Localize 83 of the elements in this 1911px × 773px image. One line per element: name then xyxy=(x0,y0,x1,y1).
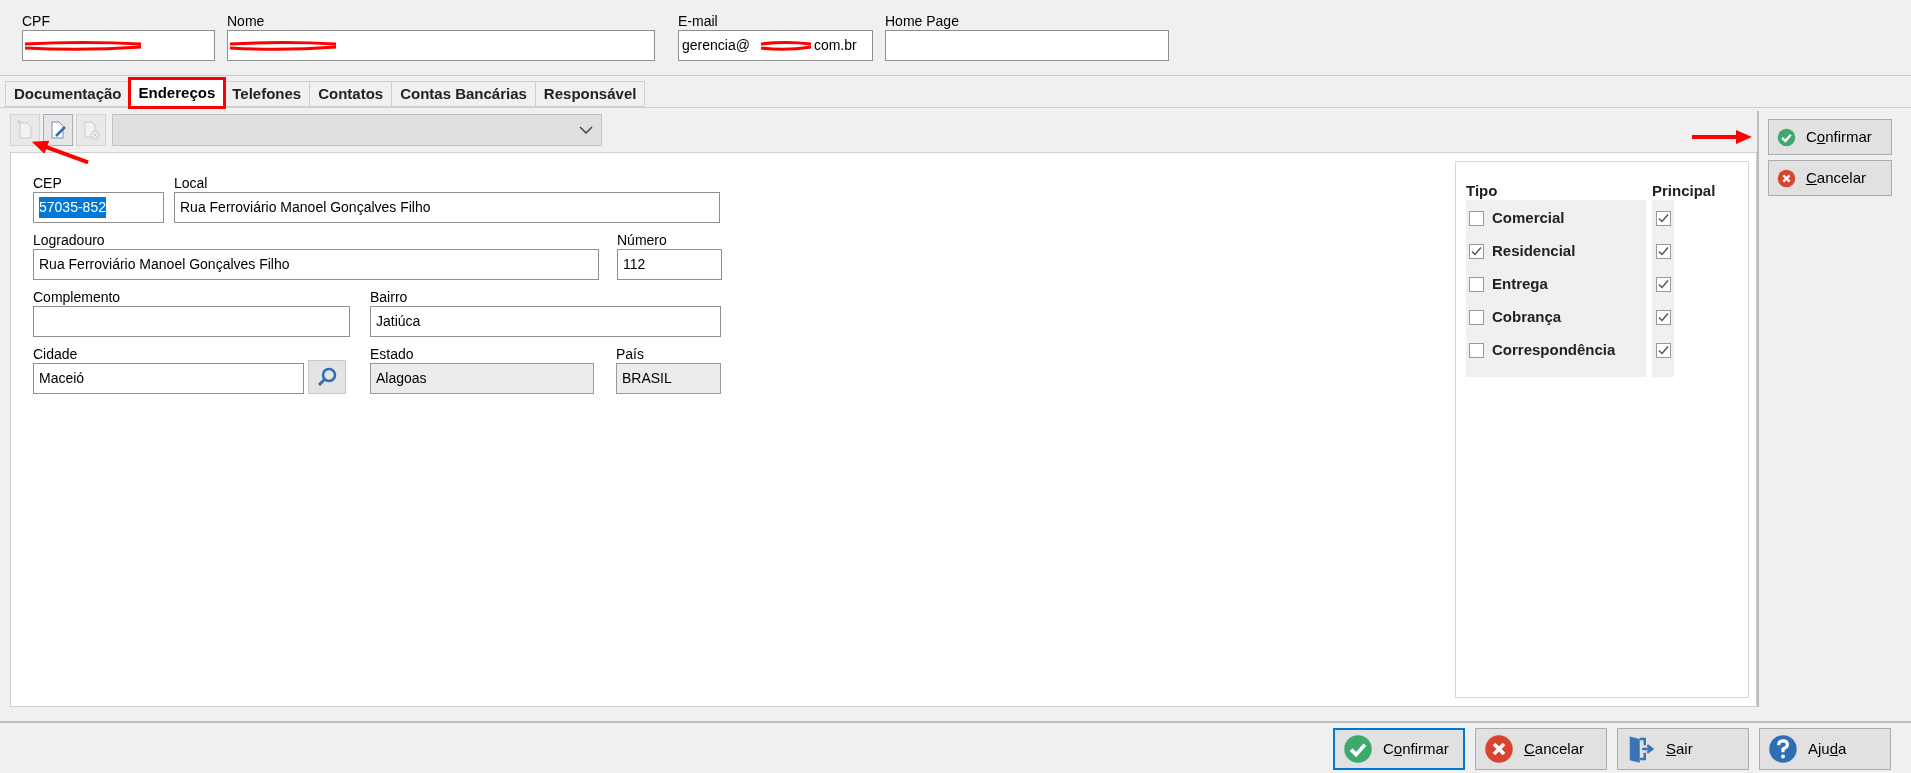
help-icon xyxy=(1768,734,1798,764)
field-label: Bairro xyxy=(370,289,409,306)
side-button[interactable]: Confirmar xyxy=(1768,119,1892,155)
checkbox-label: Comercial xyxy=(1492,208,1565,229)
field-value: Maceió xyxy=(39,369,85,388)
cancel-icon xyxy=(1484,734,1514,764)
search-button[interactable] xyxy=(308,360,346,394)
checkbox-label: Cobrança xyxy=(1492,307,1562,328)
field-value: Alagoas xyxy=(376,369,427,388)
field-label: Local xyxy=(174,175,209,192)
checkbox[interactable] xyxy=(1655,244,1671,259)
edit-document-icon xyxy=(48,120,68,140)
check-icon xyxy=(1777,127,1796,147)
field-label: CEP xyxy=(33,175,63,192)
footer-button[interactable]: Sair xyxy=(1617,728,1749,770)
tab[interactable]: Contatos xyxy=(309,81,393,107)
text-field[interactable]: 57035-852 xyxy=(33,192,164,223)
field-label: Número xyxy=(617,232,668,249)
checkbox[interactable] xyxy=(1655,310,1671,325)
annotation-arrow xyxy=(1692,129,1752,145)
text-field[interactable]: gerencia@ com.br xyxy=(678,30,873,61)
text-field[interactable] xyxy=(227,30,655,61)
redaction-scribble xyxy=(759,39,813,52)
search-icon xyxy=(316,366,338,388)
checkbox[interactable] xyxy=(1469,211,1484,226)
checkmark-icon xyxy=(1657,312,1669,323)
checkmark-icon xyxy=(1471,246,1482,257)
text-field[interactable]: Maceió xyxy=(33,363,304,394)
checkbox-label: Correspondência xyxy=(1492,340,1616,361)
footer-button[interactable]: Ajuda xyxy=(1759,728,1891,770)
chevron-down-icon xyxy=(579,126,593,134)
field-label: Cidade xyxy=(33,346,79,363)
tab[interactable]: Telefones xyxy=(223,81,311,107)
new-document-icon xyxy=(15,120,35,140)
text-field[interactable]: Rua Ferroviário Manoel Gonçalves Filho xyxy=(174,192,720,223)
checkbox-label: Entrega xyxy=(1492,274,1548,295)
column-header: Tipo xyxy=(1466,181,1499,200)
field-label: País xyxy=(616,346,645,363)
field-value: gerencia@ xyxy=(682,36,750,55)
field-label: CPF xyxy=(22,12,51,30)
field-label: Logradouro xyxy=(33,232,106,249)
tab[interactable]: Responsável xyxy=(534,81,646,107)
text-field[interactable] xyxy=(885,30,1169,61)
field-value: Rua Ferroviário Manoel Gonçalves Filho xyxy=(180,198,431,217)
tab[interactable]: Contas Bancárias xyxy=(391,81,536,107)
tab[interactable]: Documentação xyxy=(5,81,131,107)
text-field[interactable]: Rua Ferroviário Manoel Gonçalves Filho xyxy=(33,249,599,280)
selected-text: 57035-852 xyxy=(39,197,106,218)
footer-button[interactable]: Cancelar xyxy=(1475,728,1607,770)
checkmark-icon xyxy=(1657,279,1669,290)
field-label: Nome xyxy=(227,12,266,30)
field-value: Rua Ferroviário Manoel Gonçalves Filho xyxy=(39,255,290,274)
footer-button[interactable]: Confirmar xyxy=(1333,728,1465,770)
check-icon xyxy=(1343,734,1373,764)
field-label: E-mail xyxy=(678,12,719,30)
text-field[interactable]: 112 xyxy=(617,249,722,280)
delete-document-icon xyxy=(81,120,101,140)
column-header: Principal xyxy=(1652,181,1716,200)
side-button[interactable]: Cancelar xyxy=(1768,160,1892,196)
checkmark-icon xyxy=(1657,345,1669,356)
text-field[interactable] xyxy=(22,30,215,61)
checkbox[interactable] xyxy=(1469,310,1484,325)
text-field[interactable]: Jatiúca xyxy=(370,306,721,337)
checkbox[interactable] xyxy=(1469,277,1484,292)
checkbox[interactable] xyxy=(1469,244,1484,259)
field-label: Home Page xyxy=(885,12,960,30)
field-value: BRASIL xyxy=(622,369,672,388)
toolbar-button[interactable] xyxy=(43,114,73,146)
cancel-icon xyxy=(1777,168,1796,188)
tab[interactable]: Endereços xyxy=(129,79,225,107)
field-label: Estado xyxy=(370,346,415,363)
checkbox-label: Residencial xyxy=(1492,241,1576,262)
checkbox[interactable] xyxy=(1655,211,1671,226)
field-value: 112 xyxy=(623,255,646,274)
field-label: Complemento xyxy=(33,289,122,306)
checkbox[interactable] xyxy=(1469,343,1484,358)
field-value: Jatiúca xyxy=(376,312,421,331)
text-field[interactable] xyxy=(33,306,350,337)
checkbox[interactable] xyxy=(1655,277,1671,292)
checkmark-icon xyxy=(1657,213,1669,224)
checkmark-icon xyxy=(1657,246,1669,257)
field-value: com.br xyxy=(813,36,857,55)
checkbox[interactable] xyxy=(1655,343,1671,358)
